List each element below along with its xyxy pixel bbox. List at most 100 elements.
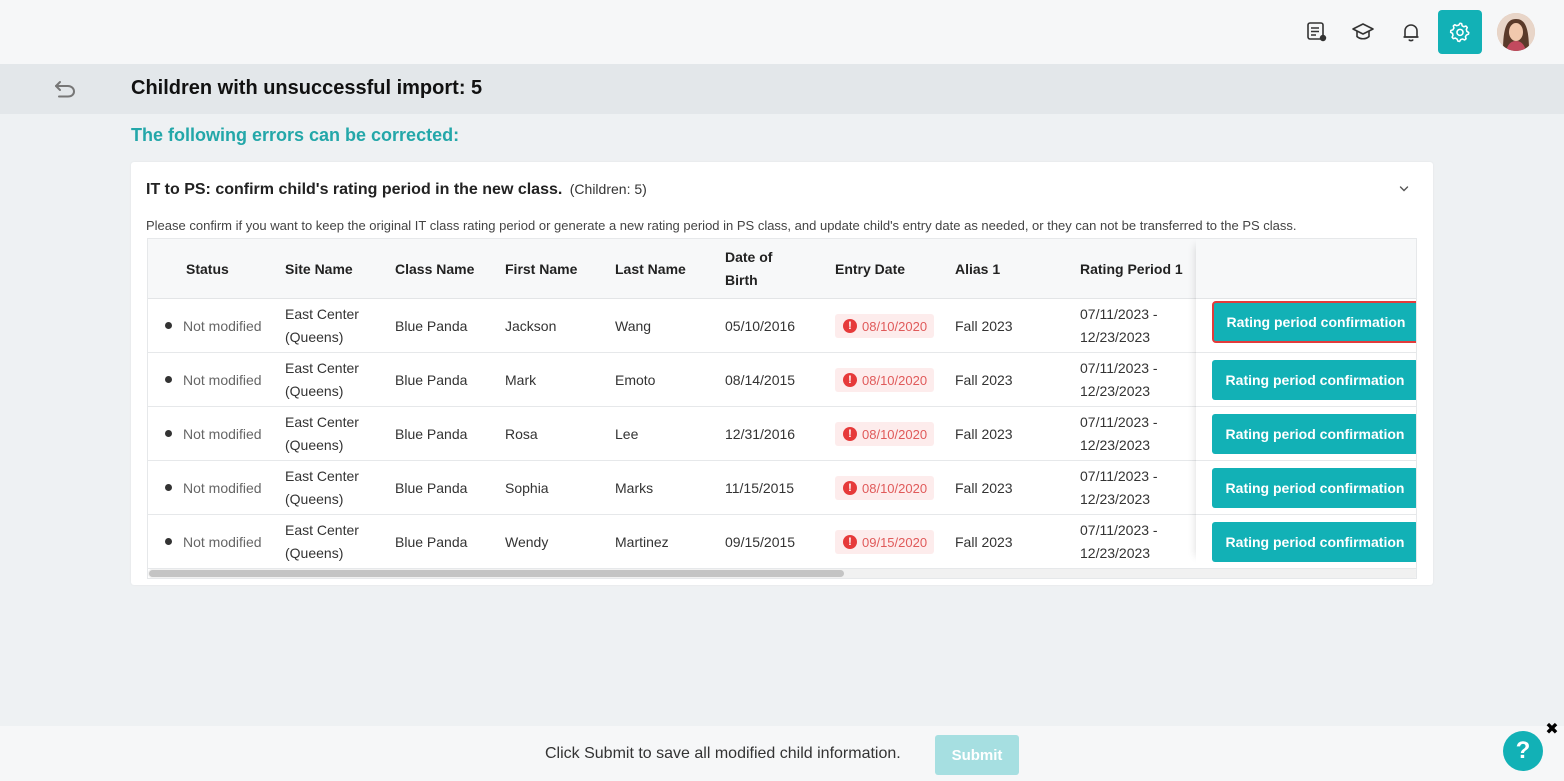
- column-header-alias: Alias 1: [955, 260, 1001, 277]
- feedback-icon[interactable]: [1302, 17, 1332, 47]
- class-cell: Blue Panda: [395, 317, 468, 334]
- class-cell: Blue Panda: [395, 425, 468, 442]
- gear-icon: [1449, 22, 1470, 43]
- status-dot: [165, 322, 172, 329]
- entry-date-error-tag[interactable]: ! 08/10/2020: [835, 422, 935, 446]
- class-cell: Blue Panda: [395, 533, 468, 550]
- entry-date-error-tag[interactable]: ! 08/10/2020: [835, 314, 935, 338]
- card-description: Please confirm if you want to keep the o…: [146, 218, 1297, 233]
- section-heading: The following errors can be corrected:: [131, 125, 460, 145]
- last-name-cell: Marks: [615, 479, 654, 496]
- top-bar: [0, 0, 1564, 64]
- column-header-rating-period: Rating Period 1: [1080, 260, 1183, 277]
- status-dot: [165, 484, 172, 491]
- chevron-down-icon[interactable]: [1396, 181, 1412, 197]
- card-title-text: IT to PS: confirm child's rating period …: [146, 181, 563, 198]
- footer-message: Click Submit to save all modified child …: [545, 745, 901, 762]
- site-cell: East Center (Queens): [285, 468, 359, 507]
- error-icon: !: [843, 319, 857, 333]
- entry-date-error-tag[interactable]: ! 08/10/2020: [835, 368, 935, 392]
- site-cell: East Center (Queens): [285, 414, 359, 453]
- action-column: Rating period confirmation Rating period…: [1196, 239, 1416, 569]
- entry-date-cell[interactable]: ! 08/10/2020: [835, 461, 935, 515]
- scrollbar-thumb[interactable]: [149, 570, 844, 577]
- children-count: (Children: 5): [569, 181, 647, 197]
- card-title: IT to PS: confirm child's rating period …: [146, 181, 647, 199]
- error-icon: !: [843, 535, 857, 549]
- first-name-cell: Jackson: [505, 317, 557, 334]
- dob-cell: 12/31/2016: [725, 425, 796, 442]
- title-bar: Children with unsuccessful import: 5: [0, 64, 1564, 114]
- rating-period-confirmation-button[interactable]: Rating period confirmation: [1212, 522, 1416, 562]
- rating-period-confirmation-button[interactable]: Rating period confirmation: [1212, 414, 1416, 454]
- action-cell: Rating period confirmation: [1196, 299, 1416, 353]
- entry-date-cell[interactable]: ! 08/10/2020: [835, 407, 935, 461]
- entry-date-error-tag[interactable]: ! 09/15/2020: [835, 530, 935, 554]
- horizontal-scrollbar[interactable]: [148, 569, 1416, 578]
- dob-cell: 11/15/2015: [725, 479, 795, 496]
- entry-date-error-tag[interactable]: ! 08/10/2020: [835, 476, 935, 500]
- entry-date-value: 08/10/2020: [862, 372, 928, 388]
- status-cell: Not modified: [183, 479, 262, 496]
- column-header-dob: Date of Birth: [725, 249, 773, 288]
- last-name-cell: Emoto: [615, 371, 656, 388]
- rating-period-cell: 07/11/2023 - 12/23/2023: [1080, 468, 1158, 507]
- class-cell: Blue Panda: [395, 371, 468, 388]
- page-title: Children with unsuccessful import: 5: [131, 77, 483, 99]
- class-cell: Blue Panda: [395, 479, 468, 496]
- footer-bar: Click Submit to save all modified child …: [0, 726, 1564, 781]
- graduation-cap-icon[interactable]: [1348, 17, 1378, 47]
- rating-period-cell: 07/11/2023 - 12/23/2023: [1080, 360, 1158, 399]
- site-cell: East Center (Queens): [285, 522, 359, 561]
- help-icon: ?: [1515, 737, 1531, 764]
- avatar[interactable]: [1497, 13, 1535, 51]
- rating-period-confirmation-button[interactable]: Rating period confirmation: [1212, 360, 1416, 400]
- alias-cell: Fall 2023: [955, 479, 1013, 496]
- bell-icon[interactable]: [1396, 17, 1426, 47]
- first-name-cell: Mark: [505, 371, 537, 388]
- column-header-first-name: First Name: [505, 260, 578, 277]
- dob-cell: 09/15/2015: [725, 533, 796, 550]
- rating-period-confirmation-button[interactable]: Rating period confirmation: [1212, 468, 1416, 508]
- entry-date-cell[interactable]: ! 09/15/2020: [835, 515, 935, 569]
- column-header-last-name: Last Name: [615, 260, 686, 277]
- last-name-cell: Wang: [615, 317, 652, 334]
- error-icon: !: [843, 427, 857, 441]
- close-icon[interactable]: ✖: [1545, 721, 1559, 738]
- status-cell: Not modified: [183, 425, 262, 442]
- action-cell: Rating period confirmation: [1196, 515, 1416, 569]
- back-button[interactable]: [52, 78, 78, 100]
- site-cell: East Center (Queens): [285, 306, 359, 345]
- entry-date-cell[interactable]: ! 08/10/2020: [835, 299, 935, 353]
- entry-date-value: 09/15/2020: [862, 534, 928, 550]
- error-card: IT to PS: confirm child's rating period …: [131, 162, 1433, 585]
- settings-button[interactable]: [1438, 10, 1482, 54]
- rating-period-confirmation-button[interactable]: Rating period confirmation: [1212, 301, 1416, 343]
- dob-cell: 08/14/2015: [725, 371, 796, 388]
- entry-date-cell[interactable]: ! 08/10/2020: [835, 353, 935, 407]
- site-cell: East Center (Queens): [285, 360, 359, 399]
- action-cell: Rating period confirmation: [1196, 353, 1416, 407]
- last-name-cell: Martinez: [615, 533, 669, 550]
- status-dot: [165, 376, 172, 383]
- entry-date-value: 08/10/2020: [862, 426, 928, 442]
- status-cell: Not modified: [183, 317, 262, 334]
- rating-period-cell: 07/11/2023 - 12/23/2023: [1080, 306, 1158, 345]
- first-name-cell: Wendy: [505, 533, 549, 550]
- action-cell: Rating period confirmation: [1196, 407, 1416, 461]
- status-cell: Not modified: [183, 371, 262, 388]
- alias-cell: Fall 2023: [955, 371, 1013, 388]
- action-cell: Rating period confirmation: [1196, 461, 1416, 515]
- status-dot: [165, 538, 172, 545]
- column-header-site: Site Name: [285, 260, 353, 277]
- alias-cell: Fall 2023: [955, 425, 1013, 442]
- submit-button[interactable]: Submit: [935, 735, 1019, 775]
- first-name-cell: Rosa: [505, 425, 538, 442]
- column-header-status: Status: [186, 260, 229, 277]
- column-header-class: Class Name: [395, 260, 475, 277]
- entry-date-value: 08/10/2020: [862, 318, 928, 334]
- status-cell: Not modified: [183, 533, 262, 550]
- help-button[interactable]: ?: [1503, 731, 1543, 771]
- status-dot: [165, 430, 172, 437]
- alias-cell: Fall 2023: [955, 317, 1013, 334]
